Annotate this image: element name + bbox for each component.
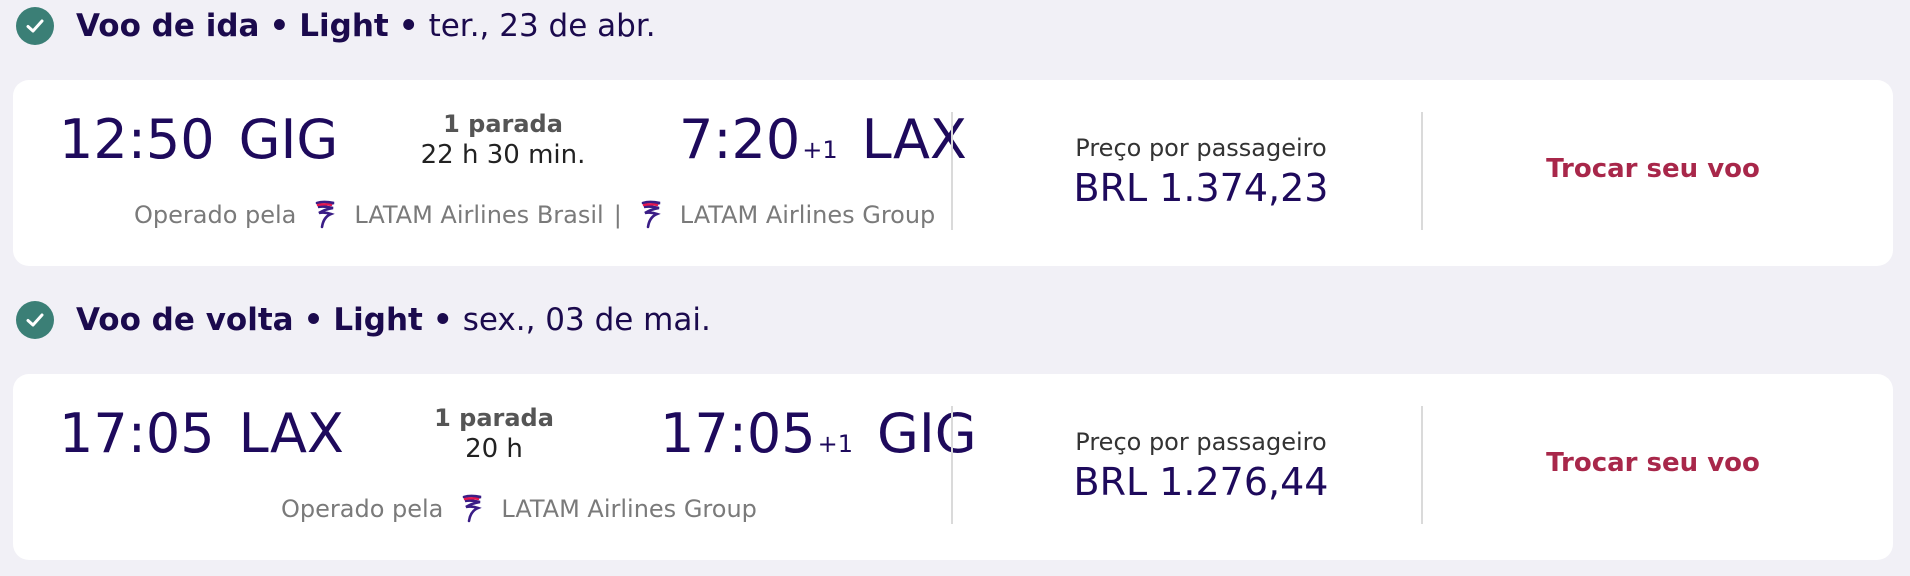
operator-name: LATAM Airlines Group: [501, 495, 757, 523]
divider: [1421, 112, 1423, 230]
day-offset: +1: [802, 136, 838, 164]
outbound-date: ter., 23 de abr.: [428, 8, 656, 44]
separator-dot: •: [432, 302, 453, 338]
operator-name: LATAM Airlines Group: [679, 201, 936, 229]
stops-info: 1 parada 20 h: [384, 404, 604, 464]
departure-time: 17:05: [59, 402, 215, 465]
price-value: BRL 1.374,23: [1073, 166, 1329, 210]
departure-airport: LAX: [238, 402, 344, 465]
flight-duration: 22 h 30 min.: [420, 140, 586, 170]
check-circle-icon: [16, 301, 54, 339]
latam-logo-icon: [461, 494, 483, 524]
operated-by-label: Operado pela: [134, 201, 297, 229]
return-title: Voo de volta: [76, 302, 294, 338]
departure-airport: GIG: [238, 108, 339, 171]
operator-separator: |: [613, 201, 622, 229]
divider: [951, 406, 953, 524]
flight-duration: 20 h: [465, 434, 523, 464]
outbound-flight-card: 12:50 GIG 1 parada 22 h 30 min. 7:20+1 LAX…: [13, 80, 1893, 266]
separator-dot: •: [269, 8, 290, 44]
stops-info: 1 parada 22 h 30 min.: [393, 110, 613, 170]
divider: [951, 112, 953, 230]
separator-dot: •: [303, 302, 324, 338]
departure: 17:05 LAX: [59, 402, 344, 465]
latam-logo-icon: [640, 200, 662, 230]
separator-dot: •: [398, 8, 419, 44]
outbound-title: Voo de ida: [76, 8, 260, 44]
arrival: 7:20+1 LAX: [679, 108, 967, 171]
day-offset: +1: [817, 430, 854, 458]
return-flight-card: 17:05 LAX 1 parada 20 h 17:05+1 GIG Operad…: [13, 374, 1893, 560]
operated-by-label: Operado pela: [281, 495, 444, 523]
stops-count: 1 parada: [443, 110, 563, 138]
arrival: 17:05+1 GIG: [660, 402, 977, 465]
arrival-time: 7:20: [679, 108, 801, 171]
operated-by: Operado pela LATAM Airlines Brasil | LAT…: [134, 200, 935, 230]
change-flight-link[interactable]: Trocar seu voo: [1463, 154, 1843, 184]
return-header: Voo de volta • Light • sex., 03 de mai.: [16, 300, 711, 340]
check-circle-icon: [16, 7, 54, 45]
departure: 12:50 GIG: [59, 108, 338, 171]
operated-by: Operado pela LATAM Airlines Group: [281, 494, 757, 524]
arrival-time: 17:05: [660, 402, 816, 465]
price-value: BRL 1.276,44: [1073, 460, 1329, 504]
fare-name: Light: [333, 302, 423, 338]
stops-count: 1 parada: [434, 404, 554, 432]
arrival-airport: GIG: [877, 402, 977, 465]
departure-time: 12:50: [59, 108, 215, 171]
latam-logo-icon: [314, 200, 336, 230]
change-flight-link[interactable]: Trocar seu voo: [1463, 448, 1843, 478]
operator-name: LATAM Airlines Brasil: [354, 201, 604, 229]
price-label: Preço por passageiro: [1075, 134, 1327, 162]
fare-name: Light: [299, 8, 389, 44]
outbound-header: Voo de ida • Light • ter., 23 de abr.: [16, 6, 656, 46]
divider: [1421, 406, 1423, 524]
return-date: sex., 03 de mai.: [462, 302, 711, 338]
price-label: Preço por passageiro: [1075, 428, 1327, 456]
